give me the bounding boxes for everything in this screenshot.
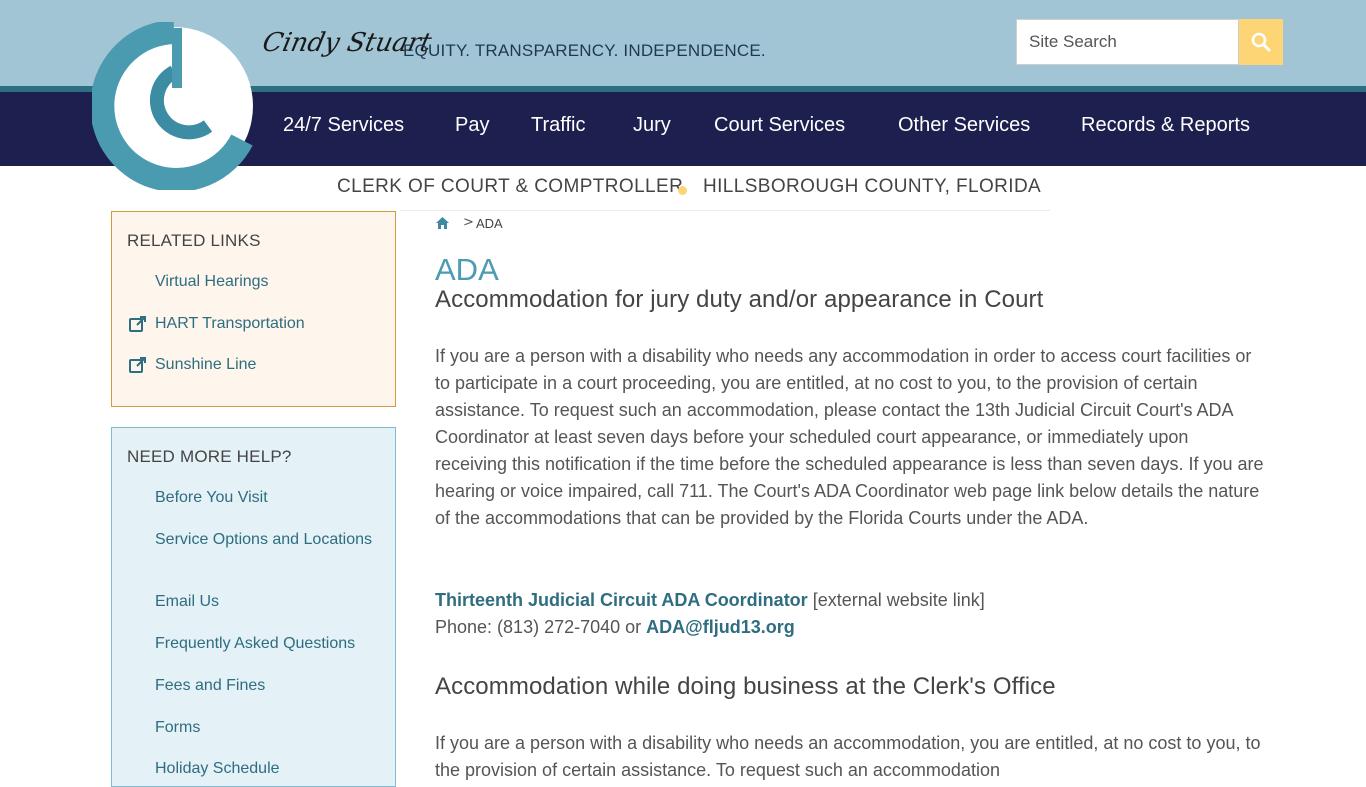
external-link-icon (129, 316, 146, 332)
subheader-divider (400, 210, 1050, 211)
related-links-title: RELATED LINKS (127, 231, 261, 250)
site-search-input[interactable] (1016, 19, 1239, 65)
need-help-panel: NEED MORE HELP? Before You Visit Service… (111, 427, 396, 787)
page-title: ADA (435, 252, 499, 287)
phone-text: Phone: (813) 272-7040 or (435, 617, 647, 637)
need-help-title: NEED MORE HELP? (127, 447, 292, 466)
link-sunshine-line[interactable]: Sunshine Line (155, 354, 385, 375)
coordinator-link[interactable]: Thirteenth Judicial Circuit ADA Coordina… (435, 590, 808, 610)
nav-item-traffic[interactable]: Traffic (531, 114, 585, 137)
external-link-icon (129, 357, 146, 373)
breadcrumb-current: ADA (476, 216, 503, 231)
section2-heading: Accommodation while doing business at th… (435, 673, 1056, 700)
nav-item-court-services[interactable]: Court Services (714, 114, 845, 137)
section2-body: If you are a person with a disability wh… (435, 733, 1261, 780)
email-link[interactable]: ADA@fljud13.org (646, 617, 795, 637)
separator-dot (678, 186, 687, 195)
nav-item-jury[interactable]: Jury (633, 114, 671, 137)
link-faq[interactable]: Frequently Asked Questions (155, 633, 385, 654)
home-icon[interactable] (435, 216, 450, 231)
nav-item-other-services[interactable]: Other Services (898, 114, 1030, 137)
section1-body: If you are a person with a disability wh… (435, 346, 1264, 528)
county-name: HILLSBOROUGH COUNTY, FLORIDA (703, 176, 1042, 197)
link-service-options[interactable]: Service Options and Locations (155, 529, 385, 550)
section1-heading: Accommodation for jury duty and/or appea… (435, 286, 1044, 313)
nav-item-24-7-services[interactable]: 24/7 Services (283, 114, 404, 137)
main-nav: 24/7 Services Pay Traffic Jury Court Ser… (0, 92, 1366, 166)
link-hart-transportation[interactable]: HART Transportation (155, 313, 385, 334)
link-before-you-visit[interactable]: Before You Visit (155, 487, 385, 508)
agency-name: CLERK OF COURT & COMPTROLLER (337, 176, 684, 197)
search-icon (1251, 32, 1271, 52)
link-email-us[interactable]: Email Us (155, 591, 385, 612)
related-links-panel: RELATED LINKS Virtual Hearings HART Tran… (111, 211, 396, 407)
link-virtual-hearings[interactable]: Virtual Hearings (155, 271, 385, 292)
nav-item-records-reports[interactable]: Records & Reports (1081, 114, 1250, 137)
coordinator-line: Thirteenth Judicial Circuit ADA Coordina… (435, 590, 985, 611)
tagline: EQUITY. TRANSPARENCY. INDEPENDENCE. (403, 41, 766, 60)
agency-subheader: CLERK OF COURT & COMPTROLLER HILLSBOROUG… (0, 176, 1366, 200)
link-forms[interactable]: Forms (155, 717, 385, 738)
link-holiday-schedule[interactable]: Holiday Schedule (155, 758, 385, 779)
nav-item-pay[interactable]: Pay (455, 114, 489, 137)
link-fees-fines[interactable]: Fees and Fines (155, 675, 385, 696)
phone-line: Phone: (813) 272-7040 or ADA@fljud13.org (435, 617, 795, 638)
breadcrumb-separator: > (463, 215, 474, 230)
search-button[interactable] (1239, 19, 1283, 65)
external-note: [external website link] (807, 590, 985, 610)
